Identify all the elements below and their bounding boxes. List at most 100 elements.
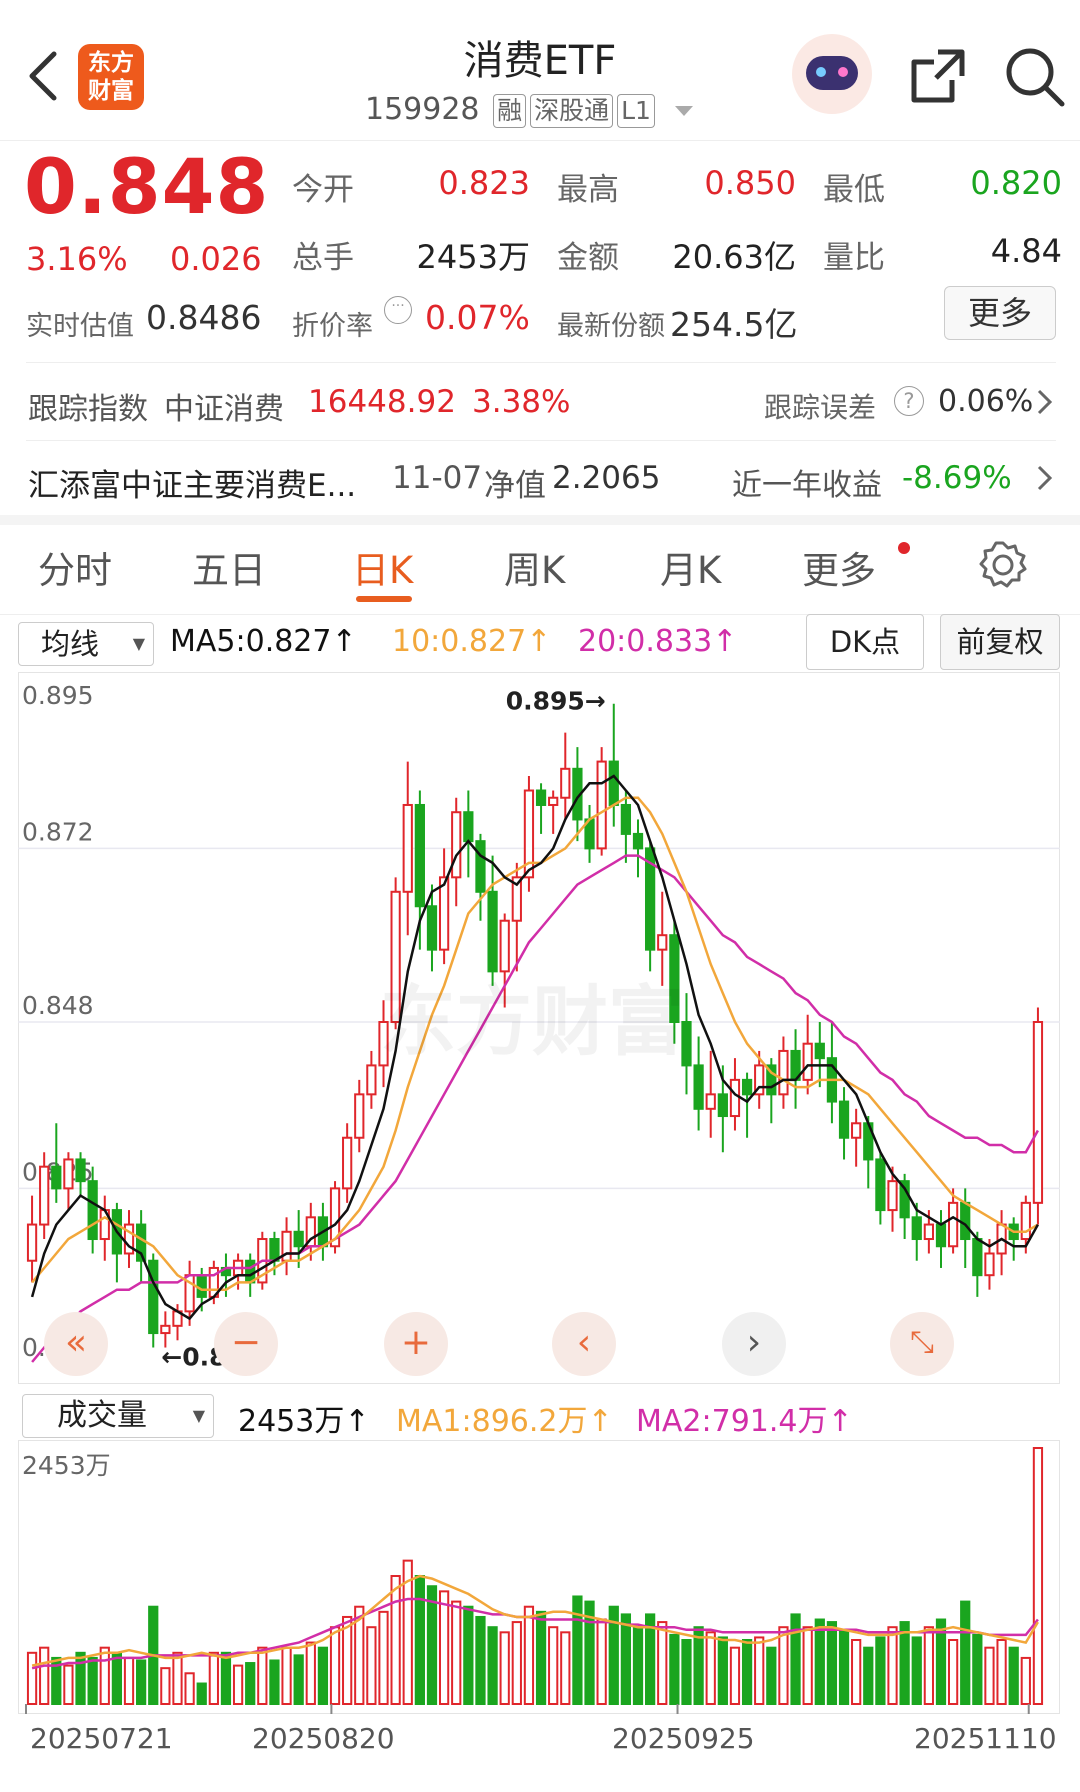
dk-point-button[interactable]: DK点: [806, 614, 924, 670]
caret-down-icon: ▼: [192, 1406, 205, 1425]
candle-body: [366, 1064, 377, 1096]
candle-body: [487, 890, 498, 973]
forward-adjust-button[interactable]: 前复权: [940, 614, 1060, 670]
tab-intraday[interactable]: 分时: [38, 540, 112, 594]
x-axis-label: 20251110: [914, 1722, 1057, 1755]
zoom-out-icon[interactable]: −: [214, 1312, 278, 1376]
candle-body: [935, 1223, 947, 1248]
x-axis-label: 20250820: [252, 1722, 395, 1755]
info-icon[interactable]: ···: [384, 296, 412, 324]
volume-bar: [378, 1610, 389, 1705]
search-icon[interactable]: [1004, 46, 1066, 108]
tab-five-day[interactable]: 五日: [192, 540, 266, 594]
volume-ratio-label: 量比: [823, 240, 885, 276]
volume-chart[interactable]: 2453万: [18, 1440, 1060, 1714]
one-year-return-label: 近一年收益: [732, 468, 882, 503]
dropdown-arrow-icon[interactable]: [674, 105, 693, 116]
volume-bar: [875, 1636, 886, 1705]
candle-body: [802, 1042, 813, 1081]
more-button[interactable]: 更多: [944, 286, 1056, 340]
candle-body: [972, 1238, 983, 1277]
volume-bar: [705, 1631, 716, 1706]
high-annotation: 0.895→: [506, 687, 606, 716]
high-label: 最高: [557, 172, 619, 208]
gear-icon[interactable]: [978, 540, 1028, 590]
indicator-select[interactable]: 均线 ▼: [18, 622, 154, 666]
volume-indicator-select[interactable]: 成交量 ▼: [22, 1394, 214, 1438]
tab-more[interactable]: 更多: [802, 540, 876, 594]
volume-bar: [317, 1646, 329, 1705]
volume-bar: [1020, 1656, 1031, 1705]
scroll-right-icon[interactable]: ›: [722, 1312, 786, 1376]
candle-body: [548, 796, 559, 806]
volume-bar: [451, 1600, 462, 1706]
candle-body: [705, 1093, 716, 1110]
volume-bar: [972, 1633, 983, 1706]
indicator-select-value: 均线: [41, 627, 100, 661]
tracking-index-name[interactable]: 中证消费: [164, 384, 284, 428]
candle-body: [51, 1165, 62, 1190]
fullscreen-icon[interactable]: ⤡: [890, 1312, 954, 1376]
ma10-line: [31, 796, 1039, 1291]
volume-value: 2453万: [416, 238, 530, 276]
candle-body: [342, 1136, 353, 1190]
candle-body: [717, 1093, 728, 1118]
volume-ratio-value: 4.84: [990, 232, 1062, 270]
app-logo: 东方 财富: [78, 44, 144, 110]
low-value: 0.820: [970, 164, 1062, 202]
iopv-label: 实时估值: [26, 311, 134, 342]
shares-value: 254.5亿: [670, 305, 798, 344]
candle-body: [729, 1078, 741, 1118]
tag-margin: 融: [493, 94, 527, 128]
candle-body: [741, 1078, 753, 1096]
volume-bar: [923, 1626, 934, 1705]
nav-date: 11-07: [392, 460, 483, 496]
active-tab-indicator: [356, 596, 412, 602]
current-price: 0.848: [24, 142, 270, 231]
volume-bar: [257, 1646, 268, 1705]
discount-value: 0.07%: [425, 298, 530, 337]
candle-body: [875, 1158, 886, 1212]
volume-bar: [329, 1626, 341, 1705]
volume-bar: [426, 1585, 438, 1706]
shares-label: 最新份额: [557, 311, 665, 342]
candle-body: [657, 934, 668, 951]
tab-daily-k[interactable]: 日K: [352, 540, 413, 594]
help-icon[interactable]: ?: [894, 386, 924, 416]
volume-bar: [390, 1575, 401, 1705]
candle-body: [851, 1122, 862, 1139]
chevron-right-icon[interactable]: [1036, 464, 1054, 492]
zoom-in-icon[interactable]: +: [384, 1312, 448, 1376]
candle-body: [669, 934, 680, 1024]
volume-bar: [814, 1618, 825, 1706]
candlestick-chart[interactable]: 0.8950.8720.8480.8250.8010.895→←0.803: [18, 672, 1060, 1384]
ma5-value: MA5:0.827↑: [170, 624, 357, 659]
scroll-left-fast-icon[interactable]: «: [44, 1312, 108, 1376]
tab-monthly-k[interactable]: 月K: [660, 540, 721, 594]
volume-current: 2453万↑: [238, 1404, 370, 1439]
volume-bar: [87, 1656, 98, 1705]
chevron-right-icon[interactable]: [1036, 388, 1054, 416]
volume-bar: [657, 1621, 668, 1705]
volume-bar: [741, 1639, 753, 1705]
tab-weekly-k[interactable]: 周K: [504, 540, 565, 594]
ma5-line: [30, 774, 1039, 1321]
volume-bar: [281, 1646, 292, 1705]
share-icon[interactable]: [908, 46, 968, 106]
candle-body: [196, 1274, 207, 1298]
candle-body: [63, 1158, 74, 1190]
low-label: 最低: [823, 172, 885, 208]
candle-body: [426, 905, 438, 951]
ma20-value: 20:0.833↑: [578, 624, 738, 659]
scroll-left-icon[interactable]: ‹: [552, 1312, 616, 1376]
robot-assistant-icon[interactable]: [792, 34, 872, 114]
volume-bar: [438, 1590, 450, 1705]
chevron-left-icon[interactable]: [26, 48, 60, 104]
volume-bar: [1032, 1447, 1044, 1705]
volume-bar: [996, 1639, 1007, 1705]
discount-label: 折价率: [292, 311, 373, 342]
volume-bar: [863, 1646, 874, 1705]
fund-name[interactable]: 汇添富中证主要消费E...: [28, 460, 356, 505]
y-tick-label: 0.848: [22, 991, 94, 1020]
volume-bar: [184, 1672, 195, 1705]
